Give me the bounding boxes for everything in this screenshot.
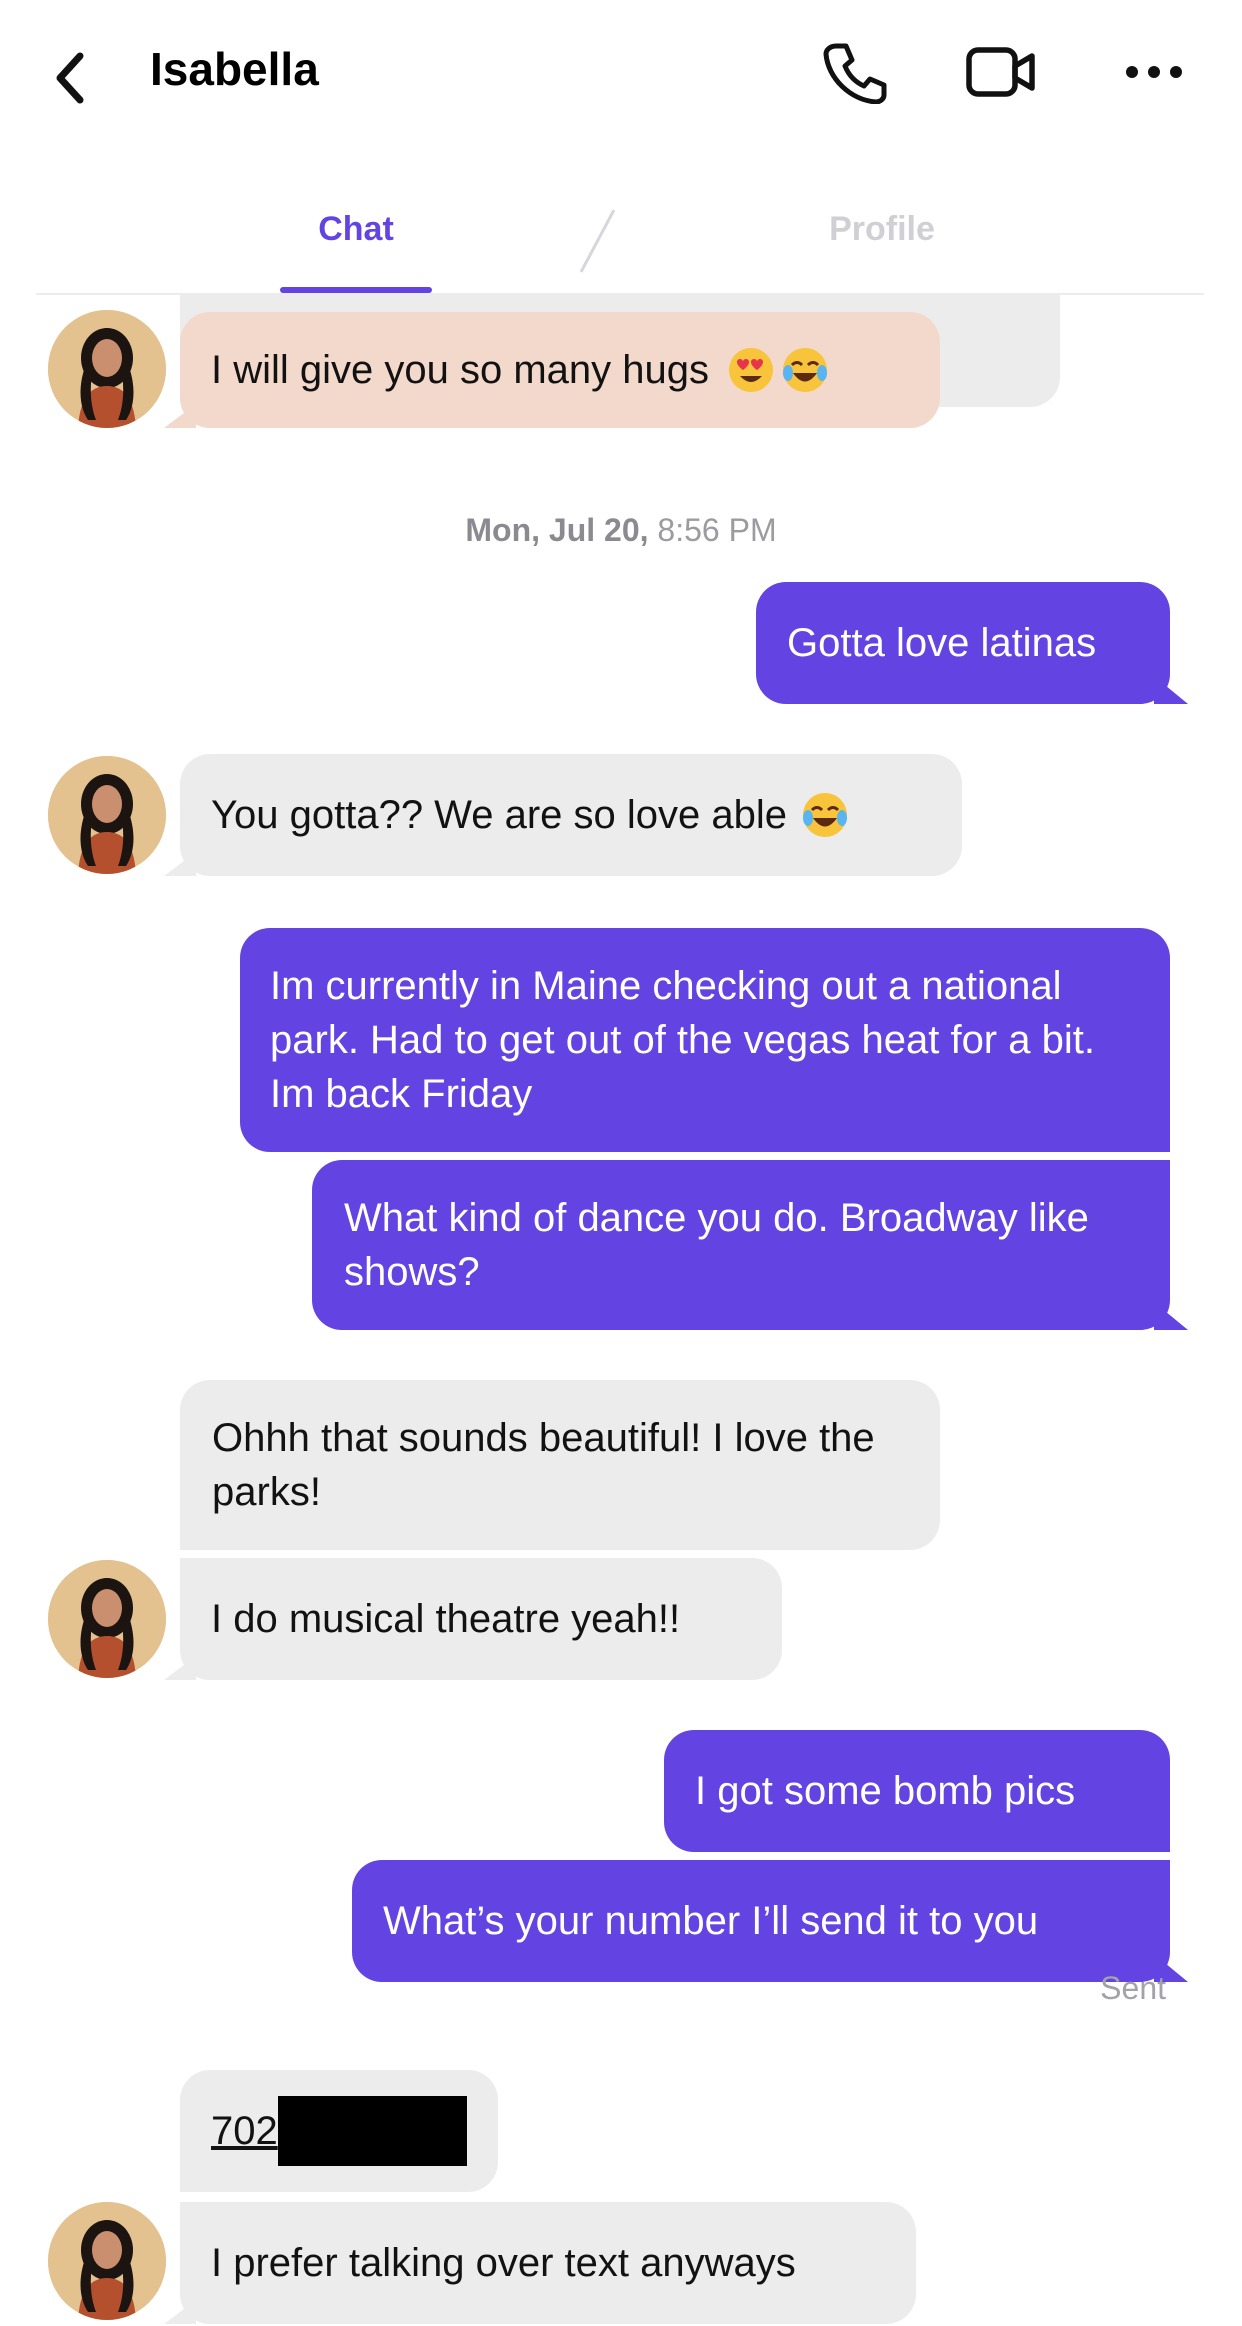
message-text: I will give you so many hugs: [211, 348, 710, 392]
call-button[interactable]: [822, 40, 888, 105]
message-text: Im currently in Maine checking out a nat…: [270, 964, 1095, 1116]
message-text: Ohhh that sounds beautiful! I love the p…: [212, 1416, 875, 1514]
phone-number-link[interactable]: 702: [211, 2104, 278, 2158]
message-text: What kind of dance you do. Broadway like…: [344, 1196, 1089, 1294]
sent-status: Sent: [1100, 1970, 1166, 2006]
avatar[interactable]: [48, 2202, 166, 2320]
message-bubble-outgoing[interactable]: What’s your number I’ll send it to you: [352, 1860, 1170, 1982]
message-text: I do musical theatre yeah!!: [211, 1597, 681, 1641]
more-icon: [1126, 66, 1182, 78]
message-bubble-incoming[interactable]: I will give you so many hugs: [180, 312, 940, 428]
message-text: I got some bomb pics: [695, 1769, 1076, 1813]
tab-separator: [579, 209, 616, 273]
video-icon: [966, 47, 1035, 97]
message-bubble-outgoing[interactable]: Im currently in Maine checking out a nat…: [240, 928, 1170, 1152]
back-button[interactable]: [50, 48, 90, 108]
avatar[interactable]: [48, 310, 166, 428]
avatar[interactable]: [48, 1560, 166, 1678]
tab-profile[interactable]: Profile: [782, 210, 982, 249]
message-bubble-outgoing[interactable]: What kind of dance you do. Broadway like…: [312, 1160, 1170, 1330]
date-timestamp: Mon, Jul 20, 8:56 PM: [465, 512, 777, 548]
message-bubble-incoming[interactable]: 702: [180, 2070, 498, 2192]
phone-icon: [823, 43, 887, 105]
tab-chat[interactable]: Chat: [256, 210, 456, 249]
message-bubble-incoming[interactable]: I do musical theatre yeah!!: [180, 1558, 782, 1680]
message-bubble-incoming[interactable]: I prefer talking over text anyways: [180, 2202, 916, 2324]
message-bubble-incoming[interactable]: Ohhh that sounds beautiful! I love the p…: [180, 1380, 940, 1550]
redaction-box: [277, 2096, 467, 2166]
message-text: What’s your number I’ll send it to you: [383, 1899, 1039, 1943]
video-call-button[interactable]: [966, 40, 1036, 104]
tears-of-joy-emoji: [802, 793, 847, 837]
message-text: I prefer talking over text anyways: [211, 2241, 796, 2285]
heart-eyes-emoji: [729, 348, 774, 392]
back-icon: [56, 52, 84, 104]
message-text: You gotta?? We are so love able: [211, 793, 787, 837]
tears-of-joy-emoji: [783, 348, 828, 392]
message-bubble-incoming[interactable]: You gotta?? We are so love able: [180, 754, 962, 876]
contact-name[interactable]: Isabella: [150, 42, 319, 96]
message-bubble-outgoing[interactable]: I got some bomb pics: [664, 1730, 1170, 1852]
message-bubble-outgoing[interactable]: Gotta love latinas: [756, 582, 1170, 704]
avatar[interactable]: [48, 756, 166, 874]
more-options-button[interactable]: [1124, 40, 1184, 104]
message-text: Gotta love latinas: [787, 621, 1097, 665]
